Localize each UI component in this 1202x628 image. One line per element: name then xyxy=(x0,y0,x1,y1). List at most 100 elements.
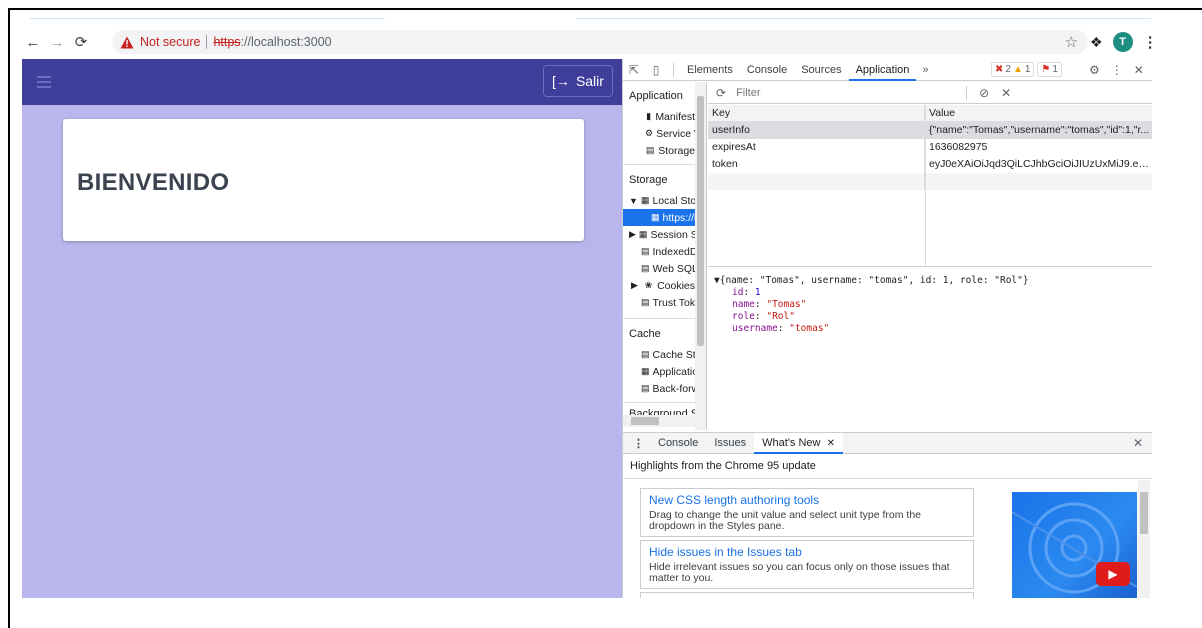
inspect-element-icon[interactable]: ⇱ xyxy=(623,59,645,81)
preview-value: 1 xyxy=(754,287,761,298)
reload-icon[interactable]: ⟳ xyxy=(70,31,92,53)
table-grid-icon: ▦ xyxy=(651,212,660,222)
table-grid-icon: ▦ xyxy=(641,366,650,376)
error-count: 2 xyxy=(1005,64,1011,75)
database-icon: ▤ xyxy=(641,349,650,359)
column-header-key[interactable]: Key xyxy=(708,104,925,122)
tab-sources[interactable]: Sources xyxy=(794,59,848,81)
forward-arrow-icon[interactable]: → xyxy=(46,31,68,53)
whats-new-card[interactable] xyxy=(640,592,974,598)
close-tab-icon[interactable]: ✕ xyxy=(827,438,835,449)
sidebar-item-service-workers[interactable]: ⚙Service Workers xyxy=(623,125,695,142)
preview-key: username xyxy=(732,323,778,334)
drawer-tab-whats-new[interactable]: What's New ✕ xyxy=(754,432,843,454)
more-tabs-chevron-icon[interactable]: » xyxy=(916,64,934,76)
extensions-puzzle-icon[interactable]: ❖ xyxy=(1090,34,1103,51)
preview-value: "Rol" xyxy=(766,311,795,322)
scrollbar-thumb[interactable] xyxy=(697,96,704,346)
preview-property: username: "tomas" xyxy=(732,323,830,334)
sidebar-item-label: IndexedDB xyxy=(652,245,695,258)
hamburger-menu-icon[interactable] xyxy=(37,76,51,88)
tab-elements[interactable]: Elements xyxy=(680,59,740,81)
sidebar-item-localhost-origin[interactable]: ▦https://localhost:3000 xyxy=(623,209,695,226)
tab-application[interactable]: Application xyxy=(848,59,917,81)
table-row[interactable]: token eyJ0eXAiOiJqd3QiLCJhbGciOiJIUzUxMi… xyxy=(708,156,1152,173)
sidebar-item-indexeddb[interactable]: ▤IndexedDB xyxy=(623,243,695,260)
sidebar-item-label: Application Cache xyxy=(652,365,695,378)
back-arrow-icon[interactable]: ← xyxy=(22,31,44,53)
address-separator xyxy=(206,35,208,49)
security-status[interactable]: Not secure xyxy=(140,35,200,49)
sidebar-item-label: Trust Tokens xyxy=(652,296,695,309)
gear-icon: ⚙ xyxy=(645,128,654,138)
sidebar-item-label: Local Storage xyxy=(652,194,695,207)
sidebar-item-local-storage[interactable]: ▼▦Local Storage xyxy=(623,192,695,209)
tab-console[interactable]: Console xyxy=(740,59,794,81)
whats-new-card[interactable]: New CSS length authoring tools Drag to c… xyxy=(640,488,974,537)
sidebar-horizontal-scrollbar[interactable] xyxy=(623,415,695,427)
issue-count: 1 xyxy=(1052,64,1058,75)
sidebar-item-label: Back-forward Cache xyxy=(652,382,695,395)
drawer-tab-console[interactable]: Console xyxy=(650,433,706,454)
sidebar-divider xyxy=(623,318,695,319)
table-cell-empty xyxy=(708,173,925,190)
sidebar-item-cache-storage[interactable]: ▤Cache Storage xyxy=(623,346,695,363)
preview-summary[interactable]: ▼{name: "Tomas", username: "tomas", id: … xyxy=(714,275,1029,286)
whats-new-scrollbar[interactable] xyxy=(1138,480,1150,598)
storage-filter-bar: ⟳ ⊘ ✕ xyxy=(708,82,1152,104)
card-title-link[interactable]: Hide issues in the Issues tab xyxy=(649,545,965,559)
table-grid-icon: ▦ xyxy=(640,195,650,205)
preview-value: "Tomas" xyxy=(766,299,807,310)
sidebar-item-label: Session Storage xyxy=(650,228,695,241)
issues-badge[interactable]: ⚑ 1 xyxy=(1037,62,1062,77)
database-icon: ▤ xyxy=(641,246,650,256)
sidebar-item-session-storage[interactable]: ▶▦Session Storage xyxy=(623,226,695,243)
address-bar[interactable]: Not secure https ://localhost:3000 ☆ xyxy=(112,30,1088,54)
database-icon: ▤ xyxy=(641,263,650,273)
filter-input[interactable] xyxy=(732,84,961,101)
error-warning-badge[interactable]: ✖ 2 ▲ 1 xyxy=(991,62,1035,77)
devtools-separator xyxy=(673,62,674,77)
tab-strip-line-right xyxy=(576,18,1151,19)
scrollbar-thumb[interactable] xyxy=(1140,492,1148,534)
drawer-menu-kebab-icon[interactable]: ⋮ xyxy=(623,437,650,450)
card-title-link[interactable]: New CSS length authoring tools xyxy=(649,493,965,507)
close-devtools-icon[interactable]: ✕ xyxy=(1134,63,1144,77)
sidebar-item-trust-tokens[interactable]: ▤Trust Tokens xyxy=(623,294,695,311)
sidebar-item-manifest[interactable]: ▮ Manifest xyxy=(623,108,695,125)
sidebar-item-web-sql[interactable]: ▤ Web SQL xyxy=(623,260,695,277)
drawer-tab-bar: ⋮ Console Issues What's New ✕ ✕ xyxy=(623,432,1152,454)
devtools-panel: ⇱ ▯ Elements Console Sources Application… xyxy=(622,59,1152,598)
video-thumbnail[interactable]: ▶ xyxy=(1012,492,1137,598)
settings-gear-icon[interactable]: ⚙ xyxy=(1089,63,1100,77)
browser-menu-kebab-icon[interactable]: ⋮ xyxy=(1143,33,1158,51)
device-toolbar-icon[interactable]: ▯ xyxy=(645,59,667,81)
application-sidebar: Application ▮Manifest ⚙Service Workers ▤… xyxy=(623,82,707,430)
table-row[interactable]: userInfo {"name":"Tomas","username":"tom… xyxy=(708,122,1152,139)
card-description: Hide irrelevant issues so you can focus … xyxy=(649,561,950,584)
logout-button[interactable]: [→ Salir xyxy=(543,65,613,97)
file-icon: ▮ xyxy=(646,111,652,121)
table-row[interactable]: expiresAt 1636082975 xyxy=(708,139,1152,156)
sidebar-vertical-scrollbar[interactable] xyxy=(695,82,706,430)
sidebar-heading-cache: Cache xyxy=(629,328,661,340)
sidebar-item-cookies[interactable]: ▶ ❀ Cookies xyxy=(623,277,695,294)
bookmark-star-icon[interactable]: ☆ xyxy=(1065,33,1078,51)
devtools-menu-kebab-icon[interactable]: ⋮ xyxy=(1111,63,1123,77)
close-drawer-icon[interactable]: ✕ xyxy=(1133,436,1143,450)
sidebar-item-application-cache[interactable]: ▦Application Cache xyxy=(623,363,695,380)
sidebar-item-back-forward-cache[interactable]: ▤Back-forward Cache xyxy=(623,380,695,397)
sidebar-divider xyxy=(623,164,695,165)
column-header-value[interactable]: Value xyxy=(925,105,1152,122)
scrollbar-thumb[interactable] xyxy=(631,417,659,425)
play-video-icon[interactable]: ▶ xyxy=(1096,562,1130,586)
app-viewport: [→ Salir BIENVENIDO xyxy=(22,59,622,598)
sidebar-item-storage[interactable]: ▤ Storage xyxy=(623,142,695,159)
drawer-tab-issues[interactable]: Issues xyxy=(706,433,754,454)
profile-avatar[interactable]: T xyxy=(1112,32,1133,52)
refresh-icon[interactable]: ⟳ xyxy=(708,86,732,100)
clear-all-icon[interactable]: ⊘ xyxy=(973,86,995,100)
whats-new-card[interactable]: Hide issues in the Issues tab Hide irrel… xyxy=(640,540,974,589)
sidebar-item-label: Cookies xyxy=(657,279,695,292)
delete-selected-icon[interactable]: ✕ xyxy=(995,86,1017,100)
